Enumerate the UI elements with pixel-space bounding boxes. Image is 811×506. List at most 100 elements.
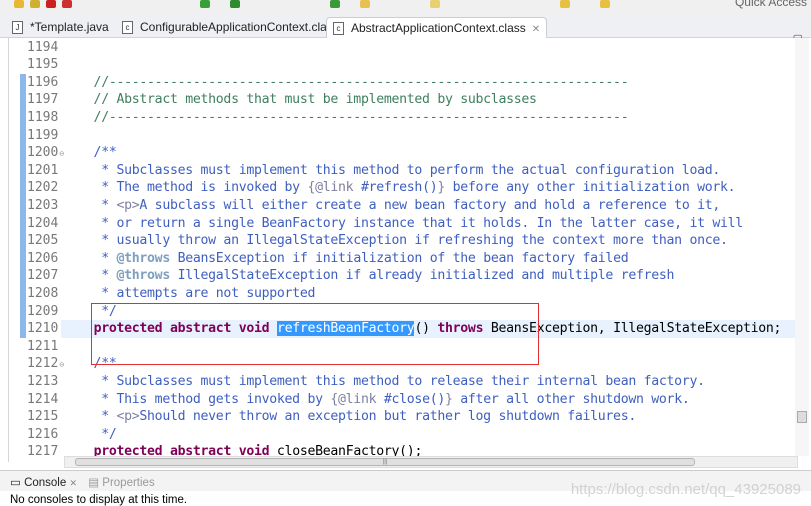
line-number: 1205 xyxy=(27,233,59,249)
change-marker xyxy=(20,73,26,92)
line-number: 1215 xyxy=(27,409,59,425)
toolbar-button[interactable] xyxy=(360,0,370,8)
code-token: * xyxy=(63,198,117,213)
tab-template-java[interactable]: J *Template.java xyxy=(6,17,115,38)
code-line[interactable]: * This method gets invoked by {@link #cl… xyxy=(63,391,690,409)
code-line[interactable]: //--------------------------------------… xyxy=(63,109,629,127)
code-token: //--------------------------------------… xyxy=(63,74,629,90)
toolbar-button[interactable] xyxy=(62,0,72,8)
code-token: * attempts are not supported xyxy=(63,286,316,301)
code-token: <p> xyxy=(116,198,140,213)
code-line[interactable]: * The method is invoked by {@link #refre… xyxy=(63,179,735,197)
line-number: 1199 xyxy=(27,127,59,143)
line-number: 1196 xyxy=(27,74,59,90)
code-token: <p> xyxy=(116,409,140,425)
toolbar-button[interactable] xyxy=(14,0,24,8)
line-number-cell: 1213 xyxy=(27,373,58,391)
code-token: // Abstract methods that must be impleme… xyxy=(63,92,537,108)
toolbar-button[interactable] xyxy=(30,0,40,8)
code-line[interactable]: */ xyxy=(63,426,117,444)
change-marker xyxy=(20,126,26,145)
change-marker xyxy=(20,249,26,268)
toolbar-button[interactable] xyxy=(430,0,440,8)
code-line[interactable]: // Abstract methods that must be impleme… xyxy=(63,91,537,109)
code-token: * This method gets invoked by xyxy=(63,391,331,407)
horizontal-scrollbar[interactable]: ||| xyxy=(64,456,798,468)
line-number: 1206 xyxy=(27,250,59,266)
change-marker xyxy=(20,179,26,197)
scrollbar-thumb[interactable] xyxy=(797,411,807,423)
line-number: 1213 xyxy=(27,374,59,389)
code-line[interactable]: * <p>A subclass will either create a new… xyxy=(63,197,720,215)
code-line[interactable]: * Subclasses must implement this method … xyxy=(63,373,705,391)
code-token: IllegalStateException if already initial… xyxy=(169,268,675,284)
code-line[interactable]: * <p>Should never throw an exception but… xyxy=(63,408,636,426)
code-token: @throws xyxy=(116,250,170,266)
line-number-cell: 1217 xyxy=(27,443,58,461)
code-token: //--------------------------------------… xyxy=(63,110,629,125)
code-token: #refresh() xyxy=(353,180,438,196)
change-marker xyxy=(20,232,26,250)
close-icon[interactable]: ✕ xyxy=(69,478,77,488)
console-icon: ▭ xyxy=(10,477,25,489)
tab-properties[interactable]: ▤ Properties xyxy=(88,477,154,489)
change-marker xyxy=(20,267,26,285)
line-number-cell: 1201 xyxy=(27,162,58,180)
code-token: * Subclasses must implement this method … xyxy=(63,374,705,389)
toolbar-button[interactable] xyxy=(330,0,340,8)
code-token: */ xyxy=(63,426,117,442)
code-line[interactable]: //--------------------------------------… xyxy=(63,74,629,92)
line-number: 1195 xyxy=(27,57,59,73)
line-number-cell: 1198 xyxy=(27,109,58,127)
editor-tab-bar: J *Template.java c ConfigurableApplication… xyxy=(0,14,811,45)
toolbar-button[interactable] xyxy=(230,0,240,8)
line-number: 1204 xyxy=(27,215,59,231)
code-line[interactable]: * attempts are not supported xyxy=(63,285,315,303)
code-line[interactable]: * or return a single BeanFactory instanc… xyxy=(63,215,743,233)
line-number: 1214 xyxy=(27,391,59,407)
code-editor[interactable]: 1194 1195 1196 1197 1198 1199 1200⊖ 1201 1202 120… xyxy=(8,38,811,462)
code-line[interactable]: * @throws IllegalStateException if alrea… xyxy=(63,267,674,285)
line-number-cell: 1197 xyxy=(27,91,58,109)
tab-abstract-application-context[interactable]: c AbstractApplicationContext.class ✕ xyxy=(326,17,548,38)
change-marker xyxy=(20,161,26,180)
vertical-scrollbar[interactable] xyxy=(795,38,809,456)
code-line[interactable]: * @throws BeansException if initializati… xyxy=(63,250,628,268)
code-line[interactable]: * Subclasses must implement this method … xyxy=(63,162,720,180)
toolbar-button[interactable] xyxy=(560,0,570,8)
close-icon[interactable]: ✕ xyxy=(532,24,540,35)
code-line[interactable]: /** xyxy=(63,144,117,162)
line-number-cell: 1209 xyxy=(27,303,58,321)
toolbar-button[interactable] xyxy=(600,0,610,8)
line-number: 1200 xyxy=(27,145,59,161)
class-file-icon: c xyxy=(122,21,133,34)
toolbar-button[interactable] xyxy=(46,0,56,8)
line-number: 1209 xyxy=(27,303,59,319)
line-number-cell: 1216 xyxy=(27,426,58,444)
tab-configurable-application-context[interactable]: c ConfigurableApplicationContext.class xyxy=(116,17,345,38)
scrollbar-thumb[interactable]: ||| xyxy=(75,458,695,466)
tab-label: Console xyxy=(24,477,67,489)
line-number: 1197 xyxy=(27,92,59,108)
code-token: @throws xyxy=(116,268,170,284)
line-number-cell: 1215 xyxy=(27,408,58,426)
line-number: 1202 xyxy=(27,180,59,196)
tab-console[interactable]: ▭ Console ✕ xyxy=(10,477,77,489)
line-number: 1211 xyxy=(27,338,59,354)
code-token: BeansException if initialization of the … xyxy=(169,250,629,266)
change-marker xyxy=(20,302,26,321)
toolbar-button[interactable] xyxy=(200,0,210,8)
line-number-cell: 1211 xyxy=(27,338,58,356)
code-line[interactable]: * usually throw an IllegalStateException… xyxy=(63,232,728,250)
code-token: * Subclasses must implement this method … xyxy=(63,162,721,178)
code-token: A subclass will either create a new bean… xyxy=(139,198,721,213)
change-marker xyxy=(20,197,26,215)
tab-label: AbstractApplicationContext.class xyxy=(351,21,526,35)
line-number: 1210 xyxy=(27,321,59,337)
line-number-cell: 1196 xyxy=(27,74,58,92)
line-number: 1212 xyxy=(27,356,59,372)
line-number-cell: 1208 xyxy=(27,285,58,303)
quick-access[interactable]: Quick Access xyxy=(735,0,807,9)
line-number-cell: 1200⊖ xyxy=(27,144,64,162)
line-number-cell: 1210 xyxy=(27,320,58,338)
